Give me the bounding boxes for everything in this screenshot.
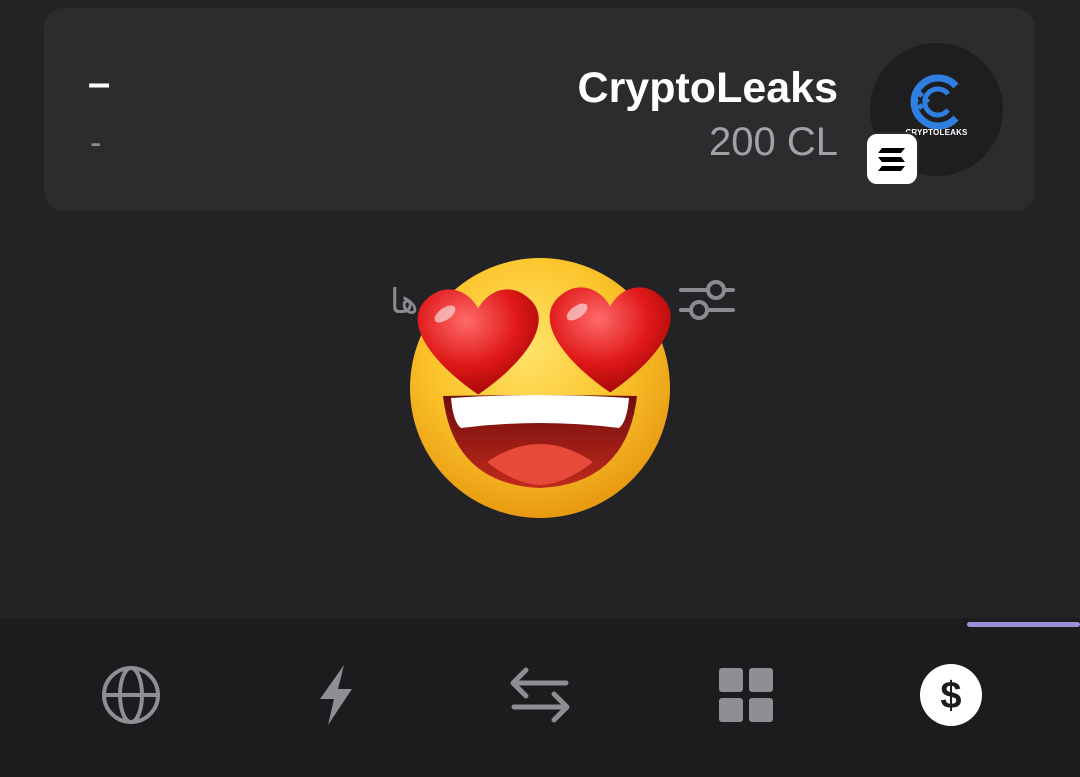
solana-icon — [865, 132, 919, 186]
heart-eyes-emoji — [405, 256, 677, 529]
sliders-icon — [679, 280, 735, 320]
token-name: CryptoLeaks — [577, 64, 838, 112]
nav-tab-browser[interactable] — [99, 663, 163, 727]
app-screen: – - CryptoLeaks 200 CL CRYPTOLEAKS فیلتر — [0, 0, 1080, 777]
nav-tab-apps[interactable] — [714, 663, 778, 727]
active-tab-indicator — [967, 622, 1080, 627]
nav-tab-swap[interactable] — [508, 663, 572, 727]
token-card[interactable]: – - CryptoLeaks 200 CL CRYPTOLEAKS — [44, 8, 1035, 211]
token-value-change: - — [90, 124, 102, 162]
token-amount: 200 CL — [709, 120, 838, 164]
bottom-navigation: $ — [0, 618, 1080, 777]
swap-arrows-icon — [510, 667, 570, 723]
token-value: – — [88, 61, 111, 105]
nav-tab-activity[interactable] — [304, 663, 368, 727]
dollar-icon: $ — [920, 664, 982, 726]
lightning-icon — [320, 665, 352, 725]
svg-text:$: $ — [940, 675, 961, 717]
grid-icon — [719, 668, 773, 722]
globe-icon — [102, 666, 160, 724]
nav-tab-wallet[interactable]: $ — [919, 663, 983, 727]
